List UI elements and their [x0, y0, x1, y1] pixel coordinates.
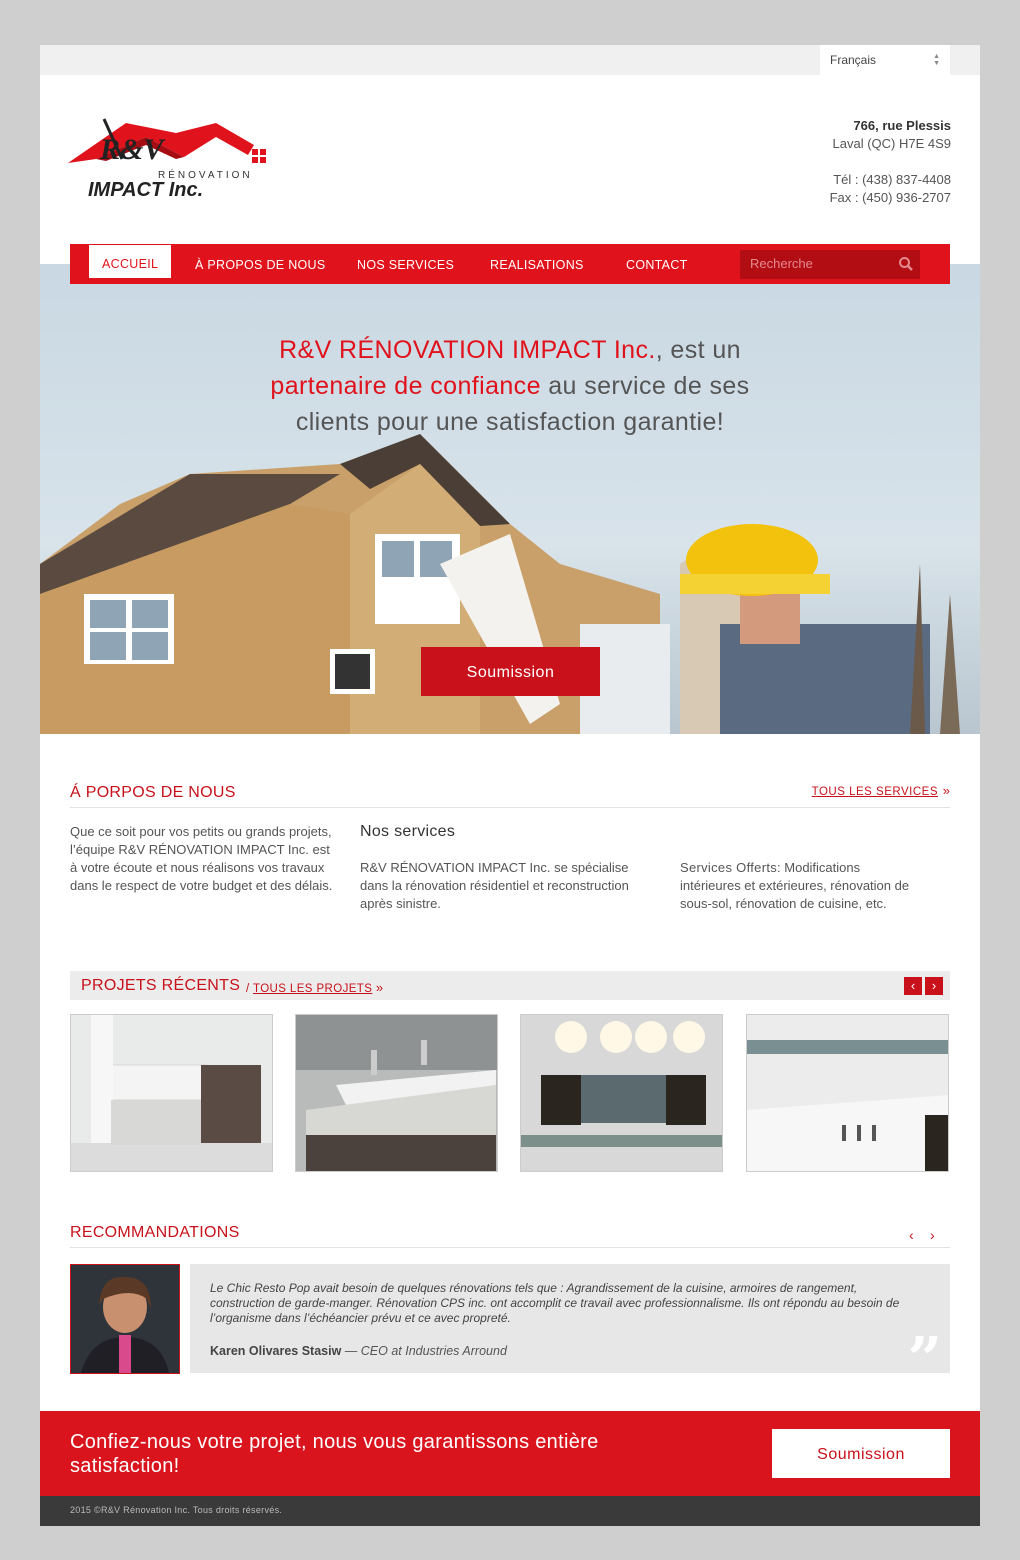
project-thumb-vanity-mirror[interactable]	[520, 1014, 723, 1172]
testimonial-author-role: — CEO at Industries Arround	[341, 1344, 507, 1358]
contact-block: 766, rue Plessis Laval (QC) H7E 4S9 Tél …	[830, 117, 951, 207]
all-projects-label: TOUS LES PROJETS	[252, 983, 373, 995]
recommendations-divider	[70, 1247, 950, 1248]
hero-line2-red: partenaire de confiance	[270, 372, 541, 400]
nav-item-realisations[interactable]: REALISATIONS	[490, 244, 584, 284]
testimonial-box: Le Chic Resto Pop avait besoin de quelqu…	[190, 1264, 950, 1390]
select-arrows-icon: ▲ ▼	[933, 53, 940, 67]
contact-street: 766, rue Plessis	[853, 118, 951, 133]
search-placeholder: Recherche	[750, 256, 813, 271]
hero-headline: R&V RÉNOVATION IMPACT Inc., est un parte…	[40, 332, 980, 440]
testimonial-author: Karen Olivares Stasiw — CEO at Industrie…	[210, 1344, 507, 1358]
all-services-link[interactable]: TOUS LES SERVICES	[812, 786, 938, 798]
hero-soumission-button[interactable]: Soumission	[421, 647, 600, 696]
testimonial-quote: Le Chic Resto Pop avait besoin de quelqu…	[210, 1281, 900, 1325]
footer-copyright: 2015 ©R&V Rénovation Inc. Tous droits ré…	[70, 1505, 283, 1515]
services-heading: Nos services	[360, 823, 456, 840]
nav-item-contact[interactable]: CONTACT	[626, 244, 688, 284]
hero-line1-red: R&V RÉNOVATION IMPACT Inc.	[279, 336, 656, 364]
about-title: Á PORPOS DE NOUS	[70, 784, 236, 801]
recommendations-title: RECOMMANDATIONS	[70, 1224, 240, 1241]
language-select-value: Français	[830, 53, 877, 67]
rec-next-icon[interactable]: ›	[930, 1227, 935, 1243]
hero-line2-rest: au service de ses	[540, 372, 750, 400]
projects-sep: /	[246, 983, 253, 995]
project-thumb-kitchen[interactable]	[70, 1014, 273, 1172]
about-col1-text: Que ce soit pour vos petits ou grands pr…	[70, 824, 333, 893]
hero-line1-rest: , est un	[655, 336, 741, 364]
cta-soumission-button[interactable]: Soumission	[772, 1429, 950, 1478]
quote-icon: ”	[907, 1325, 942, 1395]
search-icon[interactable]	[898, 256, 914, 272]
services-offered-head: Services Offerts	[680, 860, 778, 875]
testimonial-avatar	[70, 1264, 180, 1374]
double-chevron-right-icon: »	[375, 980, 384, 995]
cta-banner: Confiez-nous votre projet, nous vous gar…	[40, 1411, 980, 1496]
all-projects-link[interactable]: / TOUS LES PROJETS »	[246, 980, 384, 995]
logo-impact: IMPACT Inc.	[88, 179, 204, 201]
contact-phone[interactable]: Tél : (438) 837-4408	[830, 171, 951, 189]
main-nav: ACCUEIL À PROPOS DE NOUS NOS SERVICES RE…	[70, 244, 950, 284]
projects-prev-button[interactable]: ‹	[904, 977, 922, 995]
projects-title: PROJETS RÉCENTS	[81, 977, 241, 994]
services-text: R&V RÉNOVATION IMPACT Inc. se spécialise…	[360, 860, 629, 911]
about-divider	[70, 807, 950, 808]
footer: 2015 ©R&V Rénovation Inc. Tous droits ré…	[40, 1496, 980, 1526]
nav-item-services[interactable]: NOS SERVICES	[357, 244, 454, 284]
nav-item-a-propos[interactable]: À PROPOS DE NOUS	[195, 244, 326, 284]
testimonial-author-name: Karen Olivares Stasiw	[210, 1344, 342, 1358]
projects-next-button[interactable]: ›	[925, 977, 943, 995]
page: Français ▲ ▼ R&V RÉNOVATION IMPACT Inc. 7…	[40, 45, 980, 1526]
rec-prev-icon[interactable]: ‹	[909, 1227, 914, 1243]
nav-item-accueil[interactable]: ACCUEIL	[89, 245, 172, 278]
hero-line3: clients pour une satisfaction garantie!	[295, 408, 725, 436]
project-thumb-bathtub[interactable]	[746, 1014, 949, 1172]
services-offered-text: Services Offerts: Modifications intérieu…	[680, 859, 920, 913]
contact-fax: Fax : (450) 936-2707	[829, 190, 951, 205]
search-input[interactable]: Recherche	[740, 250, 920, 279]
logo-rv: R&V	[100, 133, 164, 166]
top-bar: Français ▲ ▼	[40, 45, 980, 75]
logo[interactable]: R&V RÉNOVATION IMPACT Inc.	[66, 115, 286, 205]
cta-text: Confiez-nous votre projet, nous vous gar…	[70, 1431, 599, 1477]
projects-bar: PROJETS RÉCENTS / TOUS LES PROJETS » ‹ ›	[70, 971, 950, 1000]
project-thumb-bathroom-sink[interactable]	[295, 1014, 498, 1172]
hero-banner: R&V RÉNOVATION IMPACT Inc., est un parte…	[40, 264, 980, 734]
language-select[interactable]: Français ▲ ▼	[820, 45, 950, 75]
double-chevron-right-icon[interactable]: »	[943, 783, 950, 798]
contact-city: Laval (QC) H7E 4S9	[832, 136, 952, 151]
